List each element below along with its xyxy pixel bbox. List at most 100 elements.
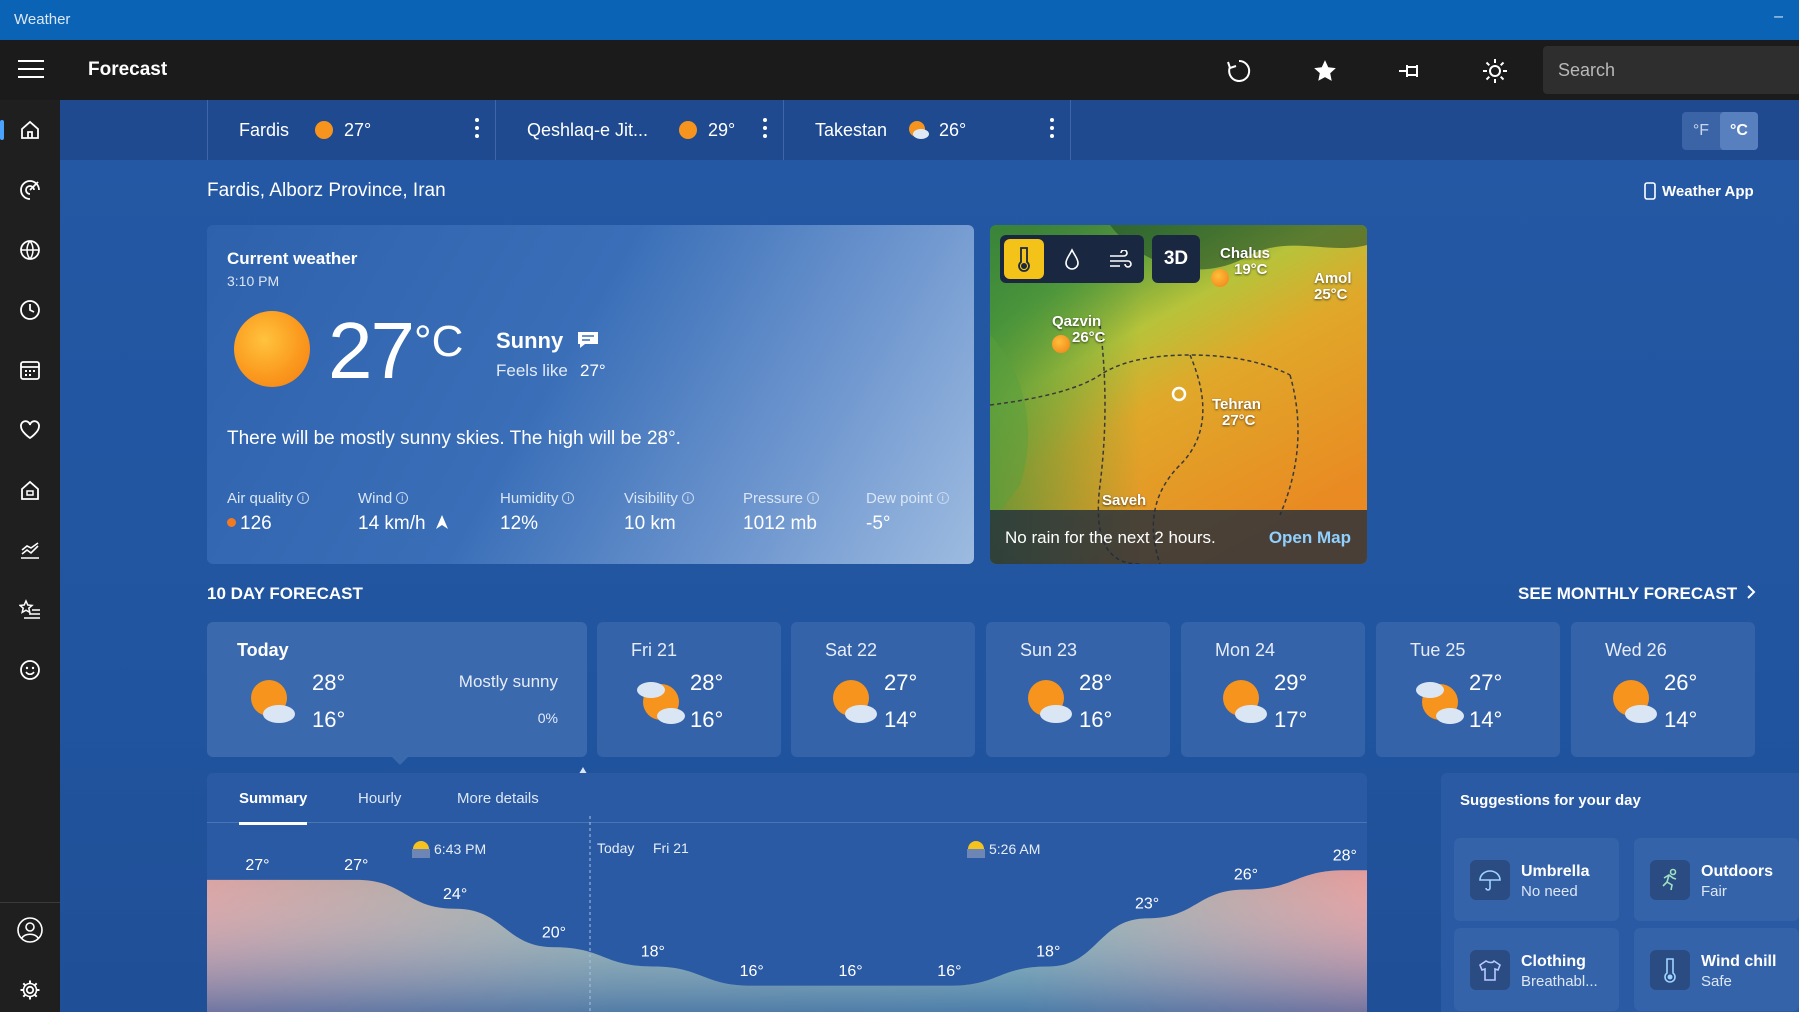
location-tab-takestan[interactable]: Takestan 26° (783, 100, 1071, 160)
current-weather-card: Current weather 3:10 PM 27 °C Sunny Feel… (207, 225, 974, 564)
suggestion-title: Outdoors (1701, 863, 1773, 880)
hamburger-menu-icon[interactable] (18, 60, 44, 80)
temperature-point-label: 16° (740, 963, 764, 980)
location-tab-qeshlaq[interactable]: Qeshlaq-e Jit... 29° (495, 100, 783, 160)
fahrenheit-option[interactable]: °F (1682, 112, 1720, 150)
feels-like-value: 27° (580, 361, 606, 380)
open-map-link[interactable]: Open Map (1269, 528, 1351, 548)
settings-gear-icon[interactable] (0, 970, 60, 1010)
sidebar-globe-icon[interactable] (0, 230, 60, 270)
temperature-layer-icon[interactable] (1004, 239, 1044, 279)
detail-value: 126 (240, 513, 272, 534)
brightness-icon[interactable] (1478, 54, 1512, 88)
pin-icon[interactable] (1394, 54, 1428, 88)
air-quality-detail[interactable]: Air quality i 126 (227, 490, 309, 535)
high-temp: 28° (312, 670, 346, 695)
pressure-detail[interactable]: Pressure i 1012 mb (743, 490, 820, 535)
sidebar-house-icon[interactable] (0, 470, 60, 510)
forecast-day[interactable]: Sat 22 27° 14° (791, 622, 975, 757)
partly-sunny-icon (1028, 680, 1072, 723)
map-city-tehran: Tehran 27°C (1212, 396, 1261, 429)
more-options-icon[interactable] (763, 118, 767, 142)
suggestion-clothing[interactable]: Clothing Breathabl... (1454, 928, 1619, 1011)
more-options-icon[interactable] (1050, 118, 1054, 142)
day-name: Fri 21 (631, 640, 678, 660)
forecast-day[interactable]: Wed 26 26° 14° (1571, 622, 1755, 757)
sunny-marker-icon (1211, 269, 1229, 287)
sidebar-health-icon[interactable] (0, 410, 60, 450)
sidebar-divider (0, 902, 60, 903)
chat-bubble-icon[interactable] (577, 331, 599, 354)
precipitation-layer-icon[interactable] (1048, 235, 1096, 283)
selected-indicator (392, 757, 408, 765)
temperature-point-label: 24° (443, 886, 467, 903)
location-temp: 27° (344, 119, 372, 140)
info-icon: i (396, 492, 409, 504)
temperature-point-label: 16° (937, 963, 961, 980)
map-city-amol: Amol 25°C (1314, 270, 1352, 303)
temperature-point-label: 28° (1333, 847, 1357, 864)
low-temp: 14° (884, 707, 918, 732)
unit-toggle[interactable]: °F °C (1682, 112, 1758, 150)
visibility-detail[interactable]: Visibility i 10 km (624, 490, 694, 535)
day-name: Wed 26 (1605, 640, 1667, 660)
temperature-point-label: 18° (641, 944, 665, 961)
suggestion-umbrella[interactable]: Umbrella No need (1454, 838, 1619, 921)
sidebar-star-list-icon[interactable] (0, 590, 60, 630)
forecast-day[interactable]: Tue 25 27° 14° (1376, 622, 1560, 757)
detail-value: -5° (866, 513, 891, 534)
detail-value: 14 km/h (358, 513, 426, 534)
forecast-day[interactable]: Fri 21 28° 16° (597, 622, 781, 757)
suggestion-title: Umbrella (1521, 863, 1590, 880)
sidebar-clock-icon[interactable] (0, 290, 60, 330)
main-content: Fardis 27° Qeshlaq-e Jit... 29° Takestan… (60, 100, 1799, 1012)
suggestion-outdoors[interactable]: Outdoors Fair (1634, 838, 1799, 921)
temperature-point-label: 20° (542, 924, 566, 941)
suggestion-value: Safe (1701, 973, 1732, 990)
weather-app-link[interactable]: Weather App (1644, 182, 1754, 200)
forecast-day-today[interactable]: Today 28° 16° Mostly sunny 0% (207, 622, 587, 778)
suggestion-value: Breathabl... (1521, 973, 1598, 990)
location-name: Qeshlaq-e Jit... (527, 119, 649, 140)
location-title: Fardis, Alborz Province, Iran (207, 180, 446, 201)
weather-map-card[interactable]: 3D Chalus 19°C Amol 25°C Qazvin 26°C Tehran… (990, 225, 1367, 564)
favorite-star-icon[interactable] (1308, 54, 1342, 88)
refresh-icon[interactable] (1222, 54, 1256, 88)
ten-day-forecast-heading: 10 DAY FORECAST (207, 584, 363, 603)
dew-point-detail[interactable]: Dew point i -5° (866, 490, 949, 535)
sidebar-smiley-icon[interactable] (0, 650, 60, 690)
sidebar-home-icon[interactable] (0, 110, 60, 150)
more-options-icon[interactable] (475, 118, 479, 142)
suggestion-wind-chill[interactable]: Wind chill Safe (1634, 928, 1799, 1011)
app-title: Weather (14, 11, 71, 28)
search-input[interactable] (1543, 46, 1799, 94)
detail-label: Pressure (743, 490, 804, 507)
aqi-dot (227, 518, 236, 527)
location-tab-fardis[interactable]: Fardis 27° (207, 100, 495, 160)
weather-description: There will be mostly sunny skies. The hi… (227, 428, 681, 449)
info-icon: i (936, 492, 949, 504)
humidity-detail[interactable]: Humidity i 12% (500, 490, 575, 535)
current-temp-unit: °C (414, 317, 464, 366)
wind-detail[interactable]: Wind i 14 km/h (358, 490, 449, 535)
suggestions-heading: Suggestions for your day (1460, 792, 1641, 809)
info-icon: i (807, 492, 820, 504)
sidebar-chart-icon[interactable] (0, 530, 60, 570)
account-icon[interactable] (0, 910, 60, 950)
minimize-button[interactable]: – (1774, 8, 1783, 26)
low-temp: 16° (1079, 707, 1113, 732)
sidebar-calendar-icon[interactable] (0, 350, 60, 390)
temperature-point-label: 18° (1036, 944, 1060, 961)
forecast-day[interactable]: Mon 24 29° 17° (1181, 622, 1365, 757)
celsius-option[interactable]: °C (1720, 112, 1758, 150)
title-bar: Weather – (0, 0, 1799, 40)
partly-sunny-icon (907, 120, 929, 140)
sidebar-radar-icon[interactable] (0, 170, 60, 210)
forecast-day[interactable]: Sun 23 28° 16° (986, 622, 1170, 757)
detail-value: 10 km (624, 513, 676, 534)
detail-label: Air quality (227, 490, 293, 507)
wind-layer-icon[interactable] (1096, 235, 1144, 283)
three-d-toggle[interactable]: 3D (1152, 235, 1200, 283)
summary-panel: Summary Hourly More details 6:43 PM Toda… (207, 773, 1367, 1012)
see-monthly-forecast-link[interactable]: SEE MONTHLY FORECAST (1518, 584, 1756, 604)
